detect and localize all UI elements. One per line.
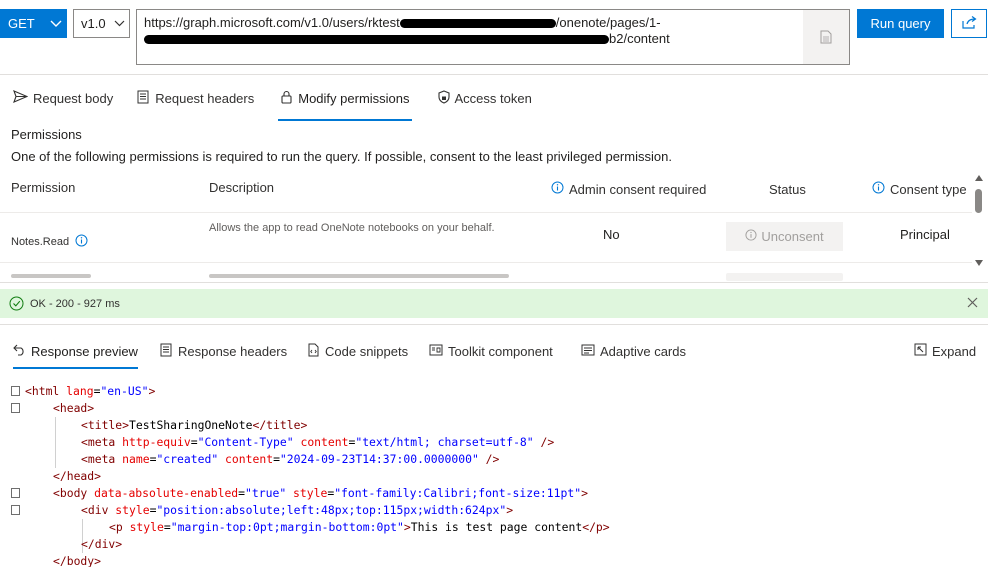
tab-label: Toolkit component — [448, 343, 553, 359]
tab-request-body[interactable]: Request body — [13, 75, 113, 121]
status-bar: OK - 200 - 927 ms — [0, 289, 988, 318]
table-row-partial — [0, 265, 970, 282]
info-icon — [745, 229, 757, 244]
tab-label: Access token — [454, 90, 532, 106]
status-text: OK - 200 - 927 ms — [30, 297, 120, 310]
code-line: <title>TestSharingOneNote</title> — [81, 418, 308, 432]
info-icon[interactable] — [872, 181, 885, 197]
permissions-scrollbar[interactable] — [972, 171, 986, 269]
tab-label: Request body — [33, 90, 114, 106]
row-divider — [0, 262, 972, 263]
redacted-block — [399, 19, 556, 29]
redacted-block — [144, 35, 609, 45]
toolkit-icon — [429, 344, 443, 359]
chevron-down-icon — [45, 9, 67, 38]
document-list-icon — [137, 90, 150, 107]
response-panel: Response preview Response headers Code s… — [0, 324, 988, 567]
check-circle-icon — [9, 296, 24, 311]
permission-description: Allows the app to read OneNote notebooks… — [209, 222, 495, 234]
col-header-admin-consent: Admin consent required — [551, 177, 706, 201]
row-divider — [0, 212, 972, 213]
fold-toggle[interactable] — [11, 505, 20, 515]
document-list-icon — [160, 343, 173, 360]
expand-label: Expand — [932, 343, 977, 359]
chevron-down-icon — [109, 20, 129, 27]
tab-response-preview[interactable]: Response preview — [13, 325, 138, 377]
expand-icon — [914, 343, 927, 359]
fold-toggle[interactable] — [11, 403, 20, 413]
code-document-icon — [307, 343, 320, 360]
permissions-subtitle: One of the following permissions is requ… — [11, 149, 672, 164]
http-method-label: GET — [8, 16, 35, 31]
request-tabs: Request body Request headers Modify perm… — [0, 75, 556, 121]
permission-name: Notes.Read — [11, 234, 88, 250]
run-query-button[interactable]: Run query — [857, 9, 944, 38]
tab-request-headers[interactable]: Request headers — [137, 75, 254, 121]
consent-type-value: Principal — [900, 227, 950, 242]
scrollbar-thumb[interactable] — [975, 189, 982, 213]
permissions-title: Permissions — [11, 127, 82, 142]
code-line: </div> — [81, 537, 123, 551]
url-text: https://graph.microsoft.com/v1.0/users/r… — [144, 15, 670, 46]
card-icon — [581, 344, 595, 359]
code-line: <div style="position:absolute;left:48px;… — [81, 503, 514, 517]
tab-label: Response preview — [31, 343, 138, 359]
code-line: </head> — [53, 469, 102, 483]
tab-response-headers[interactable]: Response headers — [160, 325, 287, 377]
col-header-status: Status — [769, 181, 806, 197]
request-panel: Request body Request headers Modify perm… — [0, 74, 988, 283]
admin-consent-value: No — [603, 227, 620, 242]
tab-toolkit-component[interactable]: Toolkit component — [429, 325, 553, 377]
code-line: <p style="margin-top:0pt;margin-bottom:0… — [109, 520, 610, 534]
code-line: <head> — [53, 401, 95, 415]
code-line: <html lang="en-US"> — [25, 384, 156, 398]
send-icon — [13, 90, 29, 106]
col-header-description: Description — [209, 179, 275, 195]
tab-label: Adaptive cards — [600, 343, 686, 359]
info-icon[interactable] — [75, 234, 88, 250]
url-input[interactable]: https://graph.microsoft.com/v1.0/users/r… — [136, 9, 850, 65]
undo-arrow-icon — [13, 344, 26, 359]
code-line: <body data-absolute-enabled="true" style… — [53, 486, 588, 500]
col-header-permission: Permission — [11, 179, 76, 195]
tab-label: Request headers — [155, 90, 255, 106]
share-icon — [961, 15, 977, 32]
expand-button[interactable]: Expand — [914, 325, 976, 377]
version-label: v1.0 — [81, 16, 106, 31]
fold-toggle[interactable] — [11, 488, 20, 498]
fold-toggle[interactable] — [11, 386, 20, 396]
tab-label: Response headers — [178, 343, 288, 359]
lock-icon — [280, 90, 293, 107]
http-method-dropdown[interactable]: GET — [0, 9, 67, 38]
response-tabs: Response preview Response headers Code s… — [0, 325, 988, 377]
version-dropdown[interactable]: v1.0 — [73, 9, 130, 38]
col-header-consent-type: Consent type — [872, 177, 967, 201]
code-line: <meta name="created" content="2024-09-23… — [81, 452, 500, 466]
tab-modify-permissions[interactable]: Modify permissions — [278, 75, 412, 121]
tab-label: Code snippets — [325, 343, 409, 359]
unconsent-button[interactable]: Unconsent — [726, 222, 843, 251]
tab-adaptive-cards[interactable]: Adaptive cards — [581, 325, 686, 377]
tab-access-token[interactable]: Access token — [437, 75, 532, 121]
code-line: </body> — [53, 554, 102, 567]
indent-guide — [55, 417, 56, 468]
tab-label: Modify permissions — [298, 90, 410, 106]
info-icon[interactable] — [551, 181, 564, 197]
close-icon[interactable] — [967, 296, 978, 311]
shield-lock-icon — [437, 89, 450, 107]
tab-code-snippets[interactable]: Code snippets — [307, 325, 408, 377]
code-line: <meta http-equiv="Content-Type" content=… — [81, 435, 555, 449]
document-icon[interactable] — [803, 10, 849, 64]
share-button[interactable] — [951, 9, 987, 38]
